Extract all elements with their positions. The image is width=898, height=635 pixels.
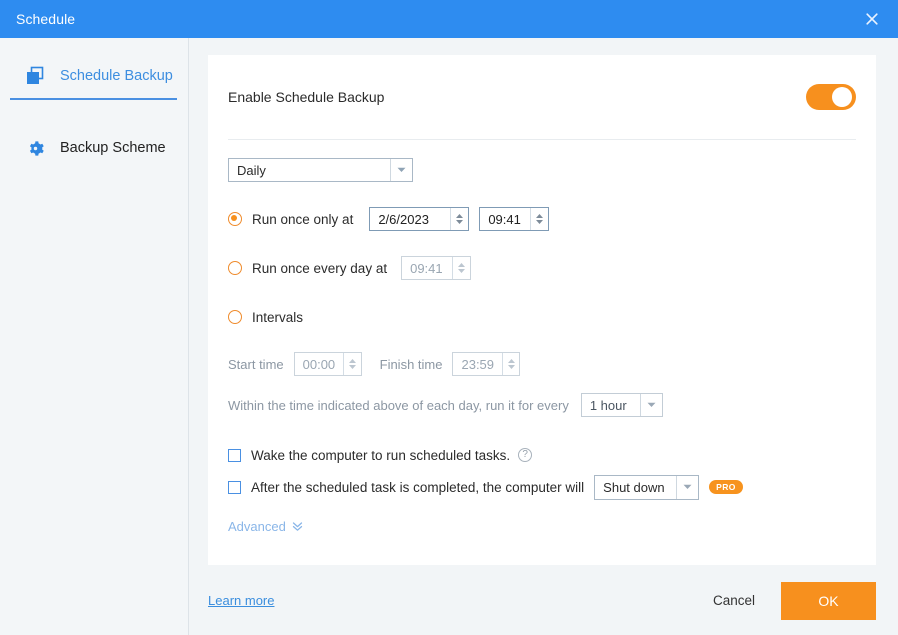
spinner-down-icon bbox=[348, 365, 356, 369]
run-once-only-label: Run once only at bbox=[252, 211, 354, 227]
finish-time-label: Finish time bbox=[379, 356, 443, 372]
run-every-day-row: Run once every day at 09:41 bbox=[228, 256, 856, 280]
interval-every-label: Within the time indicated above of each … bbox=[228, 397, 569, 413]
advanced-toggle[interactable]: Advanced bbox=[228, 519, 303, 534]
after-task-action-select[interactable]: Shut down bbox=[594, 474, 700, 500]
question-circle-icon[interactable]: ? bbox=[518, 448, 533, 462]
run-every-day-time-spinner[interactable]: 09:41 bbox=[401, 256, 472, 280]
toggle-knob bbox=[832, 87, 852, 107]
run-once-date-spinner[interactable]: 2/6/2023 bbox=[369, 207, 470, 231]
sidebar-item-label: Backup Scheme bbox=[60, 140, 166, 156]
start-time-label: Start time bbox=[228, 356, 284, 372]
enable-schedule-row: Enable Schedule Backup bbox=[208, 55, 876, 139]
run-once-only-row: Run once only at 2/6/2023 09:41 bbox=[228, 207, 856, 231]
intervals-radio[interactable] bbox=[228, 310, 242, 324]
start-time-spinner-arrows[interactable] bbox=[343, 353, 360, 375]
footer-actions: Cancel OK bbox=[713, 581, 876, 620]
wake-computer-row: Wake the computer to run scheduled tasks… bbox=[228, 443, 856, 467]
intervals-label: Intervals bbox=[252, 309, 304, 325]
chevron-down-icon bbox=[639, 394, 662, 416]
chevron-down-icon bbox=[390, 159, 412, 181]
learn-more-link[interactable]: Learn more bbox=[208, 593, 274, 608]
advanced-label: Advanced bbox=[228, 519, 286, 534]
finish-time-value: 23:59 bbox=[461, 356, 495, 372]
run-once-time-spinner[interactable]: 09:41 bbox=[479, 207, 550, 231]
run-every-day-radio[interactable] bbox=[228, 261, 242, 275]
options-checkboxes: Wake the computer to run scheduled tasks… bbox=[228, 443, 856, 500]
finish-time-spinner[interactable]: 23:59 bbox=[452, 352, 521, 376]
after-task-label: After the scheduled task is completed, t… bbox=[251, 479, 585, 495]
settings-card: Enable Schedule Backup Daily Run once on… bbox=[208, 55, 876, 565]
intervals-row: Intervals bbox=[228, 306, 856, 328]
run-once-time-value: 09:41 bbox=[488, 211, 521, 227]
interval-every-select[interactable]: 1 hour bbox=[580, 393, 663, 417]
run-every-day-time-value: 09:41 bbox=[410, 260, 443, 276]
spinner-down-icon bbox=[536, 220, 544, 224]
spinner-up-icon bbox=[536, 214, 544, 218]
run-once-date-value: 2/6/2023 bbox=[378, 211, 429, 227]
start-time-value: 00:00 bbox=[302, 356, 336, 372]
run-every-day-label: Run once every day at bbox=[252, 260, 388, 276]
schedule-fields: Daily Run once only at 2/6/2023 09:41 Ru… bbox=[208, 140, 876, 536]
main-panel: Enable Schedule Backup Daily Run once on… bbox=[189, 38, 898, 635]
date-spinner-arrows[interactable] bbox=[450, 208, 468, 230]
chevron-down-icon bbox=[676, 475, 698, 499]
time-spinner-arrows[interactable] bbox=[530, 208, 548, 230]
wake-computer-label: Wake the computer to run scheduled tasks… bbox=[251, 447, 511, 463]
start-time-spinner[interactable]: 00:00 bbox=[293, 352, 362, 376]
window-title: Schedule bbox=[16, 11, 76, 27]
after-task-row: After the scheduled task is completed, t… bbox=[228, 474, 856, 500]
spinner-down-icon bbox=[458, 269, 466, 273]
pro-badge[interactable]: PRO bbox=[709, 480, 743, 494]
title-bar: Schedule bbox=[0, 0, 898, 38]
wake-computer-checkbox[interactable] bbox=[228, 448, 241, 462]
after-task-checkbox[interactable] bbox=[228, 480, 241, 494]
sidebar-item-backup-scheme[interactable]: Backup Scheme bbox=[0, 124, 188, 172]
spinner-down-icon bbox=[507, 365, 515, 369]
enable-schedule-label: Enable Schedule Backup bbox=[228, 89, 385, 105]
enable-schedule-toggle[interactable] bbox=[806, 84, 856, 110]
interval-every-value: 1 hour bbox=[589, 397, 627, 413]
close-icon[interactable] bbox=[846, 0, 898, 38]
run-once-only-radio[interactable] bbox=[228, 212, 242, 226]
cancel-button[interactable]: Cancel bbox=[713, 593, 755, 608]
frequency-select-value: Daily bbox=[237, 162, 266, 178]
dialog-body: Schedule Backup Backup Scheme Enable Sch… bbox=[0, 38, 898, 635]
ok-button[interactable]: OK bbox=[781, 581, 876, 620]
sidebar-active-underline bbox=[10, 98, 177, 100]
spinner-up-icon bbox=[456, 214, 464, 218]
spinner-up-icon bbox=[507, 359, 515, 363]
gear-icon bbox=[22, 135, 48, 161]
double-chevron-down-icon bbox=[292, 521, 303, 532]
spinner-up-icon bbox=[348, 359, 356, 363]
spinner-up-icon bbox=[458, 263, 466, 267]
interval-times-row: Start time 00:00 Finish time 23:59 bbox=[228, 352, 856, 376]
schedule-dialog: Schedule Schedule Backup Backup Scheme E… bbox=[0, 0, 898, 635]
finish-time-spinner-arrows[interactable] bbox=[502, 353, 519, 375]
dialog-footer: Learn more Cancel OK bbox=[208, 566, 876, 635]
spinner-down-icon bbox=[456, 220, 464, 224]
interval-every-row: Within the time indicated above of each … bbox=[228, 393, 856, 417]
stacked-squares-icon bbox=[22, 63, 48, 89]
sidebar: Schedule Backup Backup Scheme bbox=[0, 38, 189, 635]
sidebar-item-label: Schedule Backup bbox=[60, 68, 173, 84]
frequency-select[interactable]: Daily bbox=[228, 158, 413, 182]
after-task-action-value: Shut down bbox=[603, 479, 665, 495]
time-spinner-arrows[interactable] bbox=[452, 257, 470, 279]
sidebar-item-schedule-backup[interactable]: Schedule Backup bbox=[0, 52, 188, 100]
